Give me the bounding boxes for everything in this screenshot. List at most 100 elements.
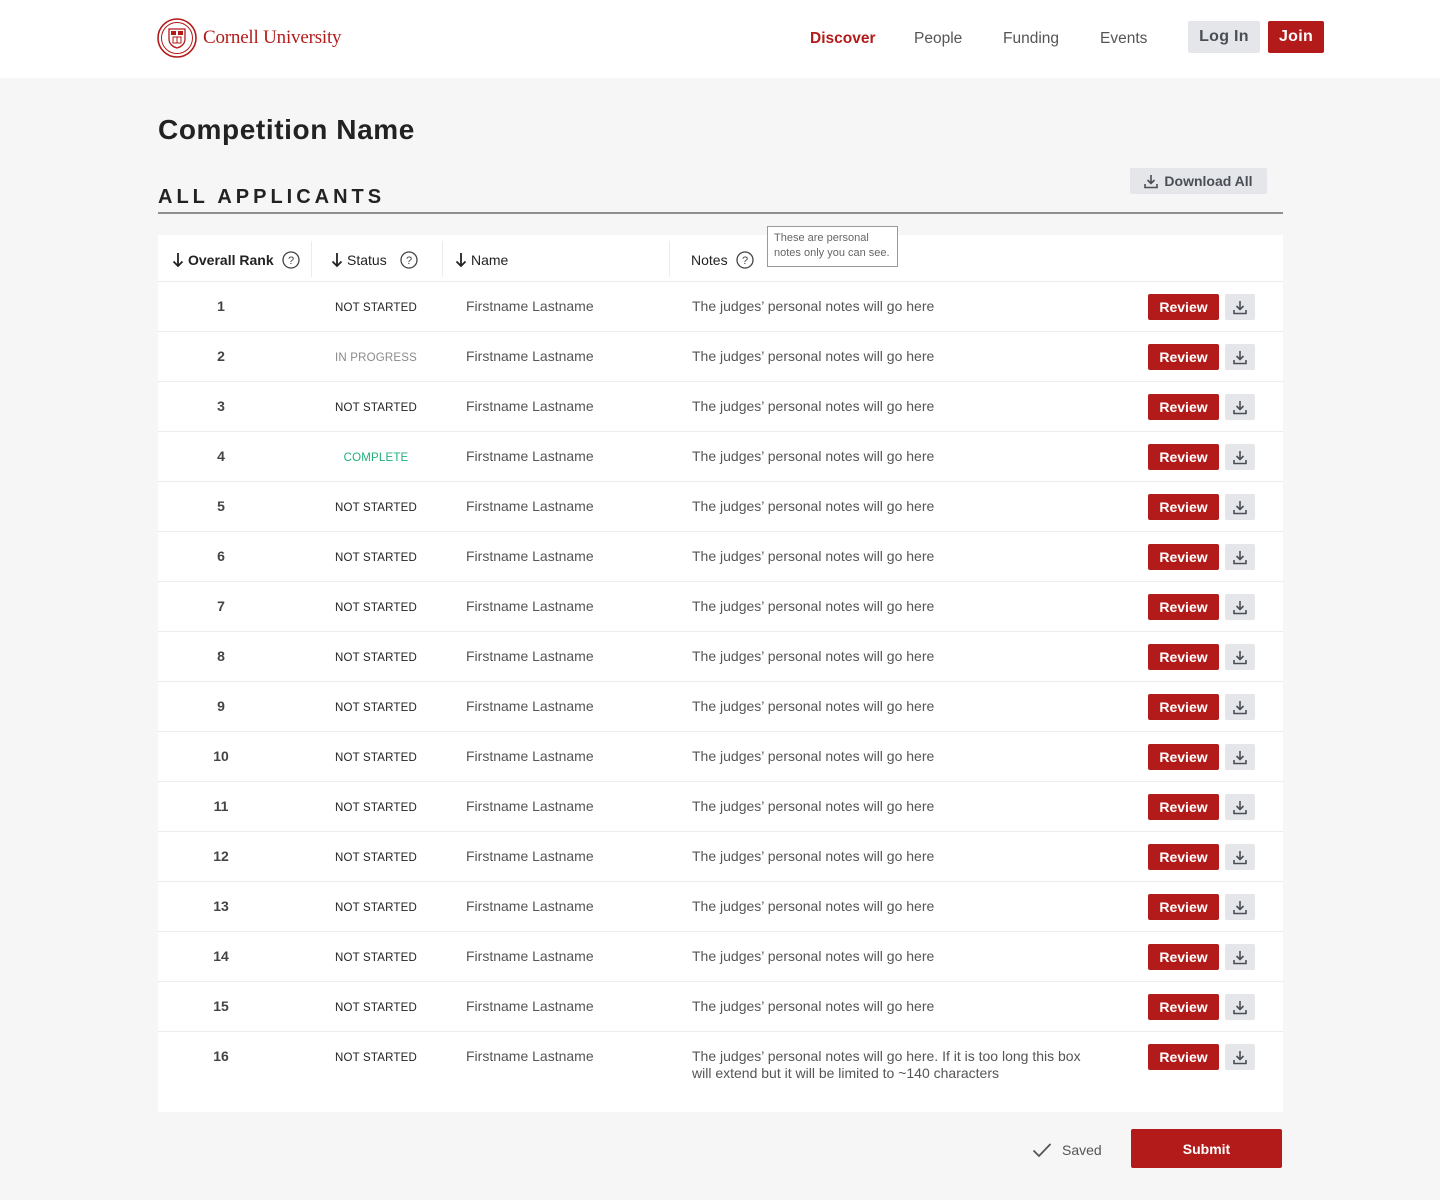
- applicant-name: Firstname Lastname: [466, 598, 594, 614]
- applicant-notes[interactable]: The judges’ personal notes will go here: [692, 598, 1092, 615]
- applicant-notes[interactable]: The judges’ personal notes will go here: [692, 548, 1092, 565]
- applicant-notes[interactable]: The judges’ personal notes will go here: [692, 448, 1092, 465]
- applicant-name: Firstname Lastname: [466, 348, 594, 364]
- rank-value: 13: [213, 898, 229, 914]
- login-button[interactable]: Log In: [1188, 21, 1260, 53]
- applicant-notes[interactable]: The judges’ personal notes will go here: [692, 998, 1092, 1015]
- download-button[interactable]: [1225, 494, 1255, 520]
- column-header-rank[interactable]: Overall Rank ?: [172, 251, 300, 269]
- submit-button[interactable]: Submit: [1131, 1129, 1282, 1168]
- review-button[interactable]: Review: [1148, 994, 1219, 1020]
- review-button[interactable]: Review: [1148, 644, 1219, 670]
- review-button[interactable]: Review: [1148, 544, 1219, 570]
- applicant-name: Firstname Lastname: [466, 548, 594, 564]
- review-button[interactable]: Review: [1148, 694, 1219, 720]
- download-button[interactable]: [1225, 1044, 1255, 1070]
- rank-value: 16: [213, 1048, 229, 1064]
- review-button[interactable]: Review: [1148, 294, 1219, 320]
- applicant-notes[interactable]: The judges’ personal notes will go here: [692, 298, 1092, 315]
- applicant-name: Firstname Lastname: [466, 698, 594, 714]
- applicant-name: Firstname Lastname: [466, 948, 594, 964]
- review-button[interactable]: Review: [1148, 1044, 1219, 1070]
- applicant-notes[interactable]: The judges’ personal notes will go here: [692, 398, 1092, 415]
- download-icon: [1233, 300, 1247, 314]
- download-button[interactable]: [1225, 444, 1255, 470]
- column-label-status: Status: [347, 252, 387, 268]
- nav-discover[interactable]: Discover: [810, 30, 875, 50]
- download-button[interactable]: [1225, 994, 1255, 1020]
- section-divider: [158, 212, 1283, 214]
- table-row: 2 IN PROGRESS Firstname Lastname The judges…: [158, 332, 1283, 382]
- column-header-name[interactable]: Name: [455, 251, 508, 269]
- download-all-button[interactable]: Download All: [1130, 168, 1267, 194]
- download-button[interactable]: [1225, 694, 1255, 720]
- column-header-status[interactable]: Status ?: [331, 251, 418, 269]
- saved-indicator: Saved: [1032, 1140, 1102, 1160]
- applicants-table: Overall Rank ? Status ? Name Notes ? The…: [158, 226, 1283, 1112]
- logo[interactable]: Cornell University: [157, 18, 342, 58]
- nav-people[interactable]: People: [914, 30, 962, 50]
- table-row: 7 NOT STARTED Firstname Lastname The judges…: [158, 582, 1283, 632]
- download-icon: [1144, 174, 1159, 188]
- download-icon: [1233, 450, 1247, 464]
- help-circle-icon[interactable]: ?: [735, 251, 754, 269]
- status-badge: NOT STARTED: [334, 952, 418, 964]
- download-button[interactable]: [1225, 844, 1255, 870]
- download-button[interactable]: [1225, 894, 1255, 920]
- download-button[interactable]: [1225, 394, 1255, 420]
- status-badge: NOT STARTED: [334, 802, 418, 814]
- download-button[interactable]: [1225, 944, 1255, 970]
- nav-funding[interactable]: Funding: [1003, 30, 1059, 50]
- table-row: 15 NOT STARTED Firstname Lastname The judge…: [158, 982, 1283, 1032]
- review-button[interactable]: Review: [1148, 344, 1219, 370]
- review-button[interactable]: Review: [1148, 894, 1219, 920]
- join-button[interactable]: Join: [1268, 21, 1324, 53]
- download-button[interactable]: [1225, 544, 1255, 570]
- nav-events[interactable]: Events: [1100, 30, 1147, 50]
- review-button[interactable]: Review: [1148, 794, 1219, 820]
- review-button[interactable]: Review: [1148, 394, 1219, 420]
- applicant-name: Firstname Lastname: [466, 748, 594, 764]
- table-row: 10 NOT STARTED Firstname Lastname The judge…: [158, 732, 1283, 782]
- applicant-notes[interactable]: The judges’ personal notes will go here: [692, 948, 1092, 965]
- svg-text:?: ?: [288, 255, 294, 267]
- help-circle-icon[interactable]: ?: [400, 251, 418, 269]
- page-title: Competition Name: [158, 114, 415, 145]
- applicant-notes[interactable]: The judges’ personal notes will go here: [692, 348, 1092, 365]
- applicant-notes[interactable]: The judges’ personal notes will go here: [692, 798, 1092, 815]
- review-button[interactable]: Review: [1148, 744, 1219, 770]
- review-button[interactable]: Review: [1148, 594, 1219, 620]
- status-badge: NOT STARTED: [334, 652, 418, 664]
- rank-value: 4: [217, 448, 225, 464]
- help-circle-icon[interactable]: ?: [281, 251, 300, 269]
- applicant-notes[interactable]: The judges’ personal notes will go here: [692, 498, 1092, 515]
- download-icon: [1233, 1000, 1247, 1014]
- download-button[interactable]: [1225, 344, 1255, 370]
- download-button[interactable]: [1225, 644, 1255, 670]
- applicant-notes[interactable]: The judges’ personal notes will go here.…: [692, 1048, 1092, 1082]
- download-button[interactable]: [1225, 794, 1255, 820]
- applicant-notes[interactable]: The judges’ personal notes will go here: [692, 898, 1092, 915]
- download-button[interactable]: [1225, 594, 1255, 620]
- applicant-notes[interactable]: The judges’ personal notes will go here: [692, 648, 1092, 665]
- applicant-notes[interactable]: The judges’ personal notes will go here: [692, 698, 1092, 715]
- svg-text:?: ?: [742, 255, 748, 267]
- download-icon: [1233, 750, 1247, 764]
- table-row: 8 NOT STARTED Firstname Lastname The judges…: [158, 632, 1283, 682]
- applicant-name: Firstname Lastname: [466, 448, 594, 464]
- review-button[interactable]: Review: [1148, 444, 1219, 470]
- column-divider: [669, 241, 670, 277]
- review-button[interactable]: Review: [1148, 494, 1219, 520]
- applicant-notes[interactable]: The judges’ personal notes will go here: [692, 848, 1092, 865]
- download-button[interactable]: [1225, 744, 1255, 770]
- rank-value: 7: [217, 598, 225, 614]
- download-icon: [1233, 600, 1247, 614]
- applicant-notes[interactable]: The judges’ personal notes will go here: [692, 748, 1092, 765]
- download-button[interactable]: [1225, 294, 1255, 320]
- cornell-seal-icon: [157, 18, 197, 58]
- rank-value: 9: [217, 698, 225, 714]
- review-button[interactable]: Review: [1148, 944, 1219, 970]
- table-row: 12 NOT STARTED Firstname Lastname The judge…: [158, 832, 1283, 882]
- rank-value: 8: [217, 648, 225, 664]
- review-button[interactable]: Review: [1148, 844, 1219, 870]
